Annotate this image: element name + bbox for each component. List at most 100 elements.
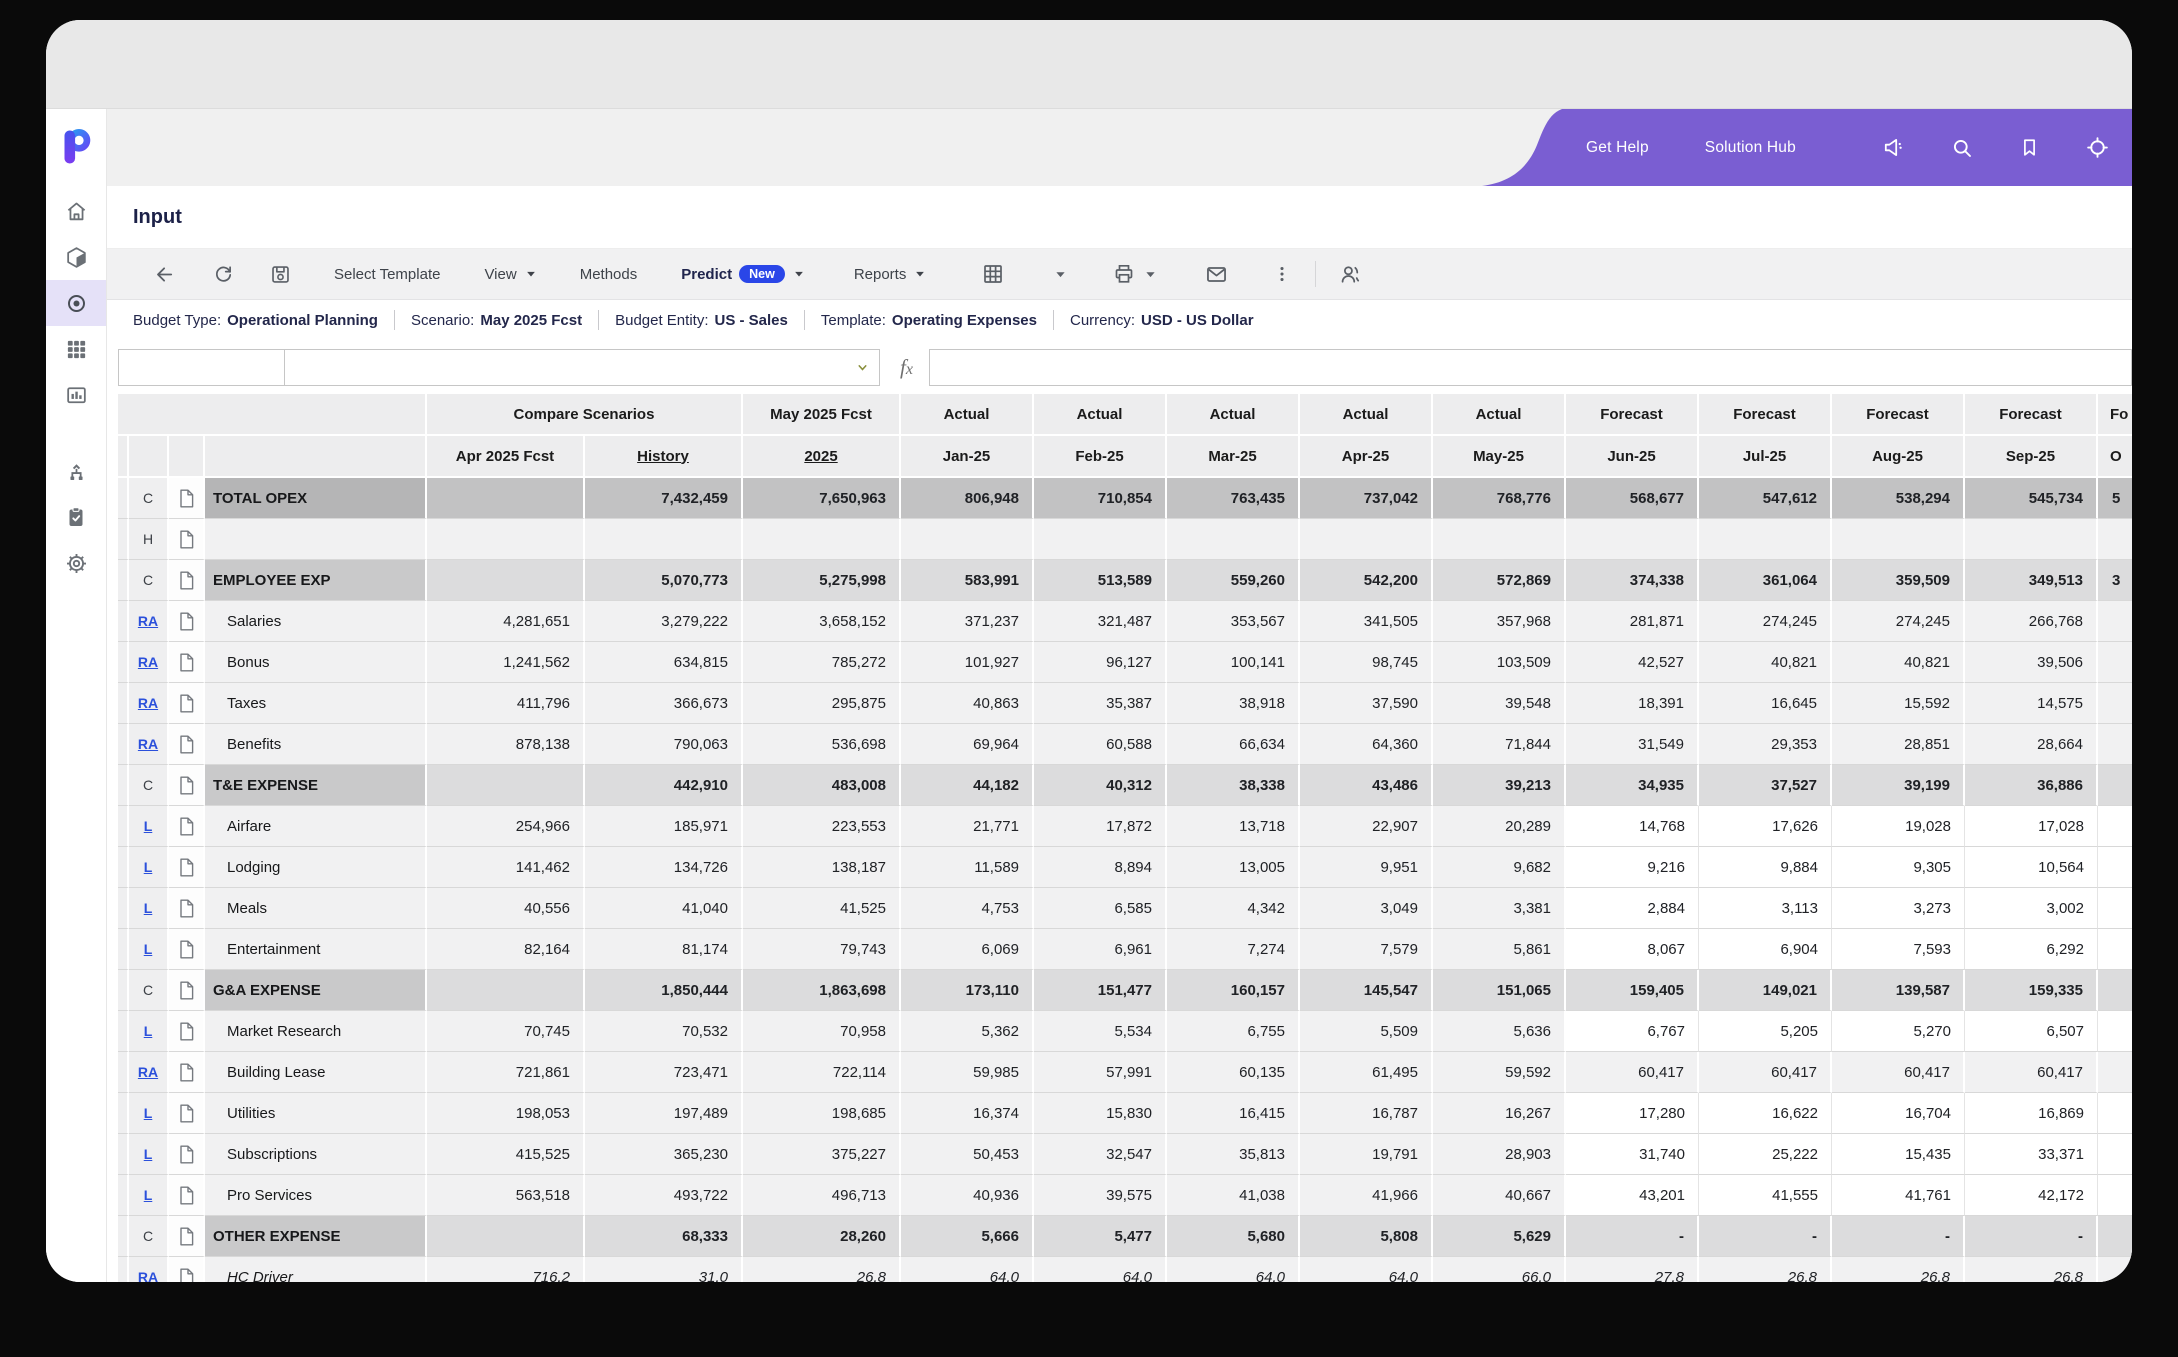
grid-cell[interactable]: 768,776	[1433, 478, 1566, 519]
grid-cell[interactable]: 197,489	[585, 1093, 743, 1134]
grid-cell[interactable]	[427, 765, 585, 806]
grid-cell[interactable]: 16,622	[1699, 1093, 1832, 1134]
planful-logo[interactable]	[46, 125, 106, 169]
grid-cell[interactable]	[1300, 519, 1433, 560]
grid-cell[interactable]: 5,070,773	[585, 560, 743, 601]
grid-cell[interactable]: 173,110	[901, 970, 1034, 1011]
email-button[interactable]	[1204, 262, 1229, 287]
doc-icon-button[interactable]	[169, 1011, 205, 1052]
row-indicator[interactable]: RA	[129, 642, 169, 683]
grid-cell[interactable]: 39,199	[1832, 765, 1965, 806]
grid-cell[interactable]: 16,869	[1965, 1093, 2098, 1134]
back-button[interactable]	[153, 263, 176, 286]
cell-reference-dropdown[interactable]	[285, 349, 880, 386]
grid-cell[interactable]: 31.0	[585, 1257, 743, 1282]
doc-icon-button[interactable]	[169, 601, 205, 642]
grid-cell[interactable]: 375,227	[743, 1134, 901, 1175]
grid-cell[interactable]: 806,948	[901, 478, 1034, 519]
grid-cell[interactable]: 40,667	[1433, 1175, 1566, 1216]
grid-cell[interactable]: 266,768	[1965, 601, 2098, 642]
grid-cell[interactable]: 14,575	[1965, 683, 2098, 724]
grid-cell[interactable]	[427, 519, 585, 560]
grid-cell[interactable]: 42,172	[1965, 1175, 2098, 1216]
row-indicator-link[interactable]: RA	[138, 654, 158, 670]
grid-cell[interactable]: 19,028	[1832, 806, 1965, 847]
grid-cell[interactable]: 28,851	[1832, 724, 1965, 765]
grid-cell[interactable]: 6,904	[1699, 929, 1832, 970]
doc-icon-button[interactable]	[169, 1052, 205, 1093]
grid-cell[interactable]: 64,360	[1300, 724, 1433, 765]
row-indicator[interactable]: L	[129, 806, 169, 847]
grid-cell[interactable]: 44,182	[901, 765, 1034, 806]
more-options-button[interactable]	[1271, 263, 1293, 285]
grid-cell[interactable]: 28,903	[1433, 1134, 1566, 1175]
sidebar-item-home[interactable]	[46, 188, 106, 234]
row-indicator[interactable]: RA	[129, 683, 169, 724]
grid-cell[interactable]: 785,272	[743, 642, 901, 683]
grid-cell[interactable]: 50,453	[901, 1134, 1034, 1175]
grid-cell[interactable]	[1034, 519, 1167, 560]
row-indicator-link[interactable]: L	[144, 1187, 153, 1203]
grid-cell[interactable]: 716.2	[427, 1257, 585, 1282]
row-indicator-link[interactable]: RA	[138, 736, 158, 752]
grid-cell[interactable]: 5,808	[1300, 1216, 1433, 1257]
grid-cell[interactable]: 5,861	[1433, 929, 1566, 970]
grid-cell[interactable]: 41,761	[1832, 1175, 1965, 1216]
grid-cell[interactable]: 198,685	[743, 1093, 901, 1134]
sidebar-item-reports[interactable]	[46, 372, 106, 418]
bookmark-icon[interactable]	[2018, 136, 2041, 159]
grid-cell[interactable]: 2,884	[1566, 888, 1699, 929]
grid-cell[interactable]	[2098, 765, 2132, 806]
grid-cell[interactable]: 98,745	[1300, 642, 1433, 683]
grid-cell[interactable]: 6,069	[901, 929, 1034, 970]
grid-cell[interactable]: 35,387	[1034, 683, 1167, 724]
grid-cell[interactable]: 15,435	[1832, 1134, 1965, 1175]
column-header-cell[interactable]: History	[585, 436, 743, 478]
grid-cell[interactable]: 68,333	[585, 1216, 743, 1257]
grid-cell[interactable]: 141,462	[427, 847, 585, 888]
collaborate-button[interactable]	[1338, 262, 1363, 287]
grid-cell[interactable]	[1965, 519, 2098, 560]
grid-cell[interactable]	[2098, 683, 2132, 724]
grid-cell[interactable]: 41,525	[743, 888, 901, 929]
doc-icon-button[interactable]	[169, 970, 205, 1011]
grid-cell[interactable]: 349,513	[1965, 560, 2098, 601]
row-indicator[interactable]: RA	[129, 1052, 169, 1093]
grid-cell[interactable]: 29,353	[1699, 724, 1832, 765]
row-indicator[interactable]: L	[129, 1175, 169, 1216]
grid-cell[interactable]: 14,768	[1566, 806, 1699, 847]
grid-cell[interactable]: 538,294	[1832, 478, 1965, 519]
grid-cell[interactable]: 493,722	[585, 1175, 743, 1216]
row-indicator[interactable]: RA	[129, 1257, 169, 1282]
grid-cell[interactable]: 3,658,152	[743, 601, 901, 642]
grid-cell[interactable]: 6,507	[1965, 1011, 2098, 1052]
grid-cell[interactable]: 17,872	[1034, 806, 1167, 847]
grid-cell[interactable]: 341,505	[1300, 601, 1433, 642]
solution-hub-link[interactable]: Solution Hub	[1705, 139, 1796, 157]
row-indicator-link[interactable]: L	[144, 859, 153, 875]
grid-cell[interactable]: 64.0	[901, 1257, 1034, 1282]
grid-cell[interactable]: 9,951	[1300, 847, 1433, 888]
doc-icon-button[interactable]	[169, 806, 205, 847]
grid-cell[interactable]: 737,042	[1300, 478, 1433, 519]
sidebar-item-products[interactable]	[46, 234, 106, 280]
grid-cell[interactable]: 496,713	[743, 1175, 901, 1216]
grid-cell[interactable]: 42,527	[1566, 642, 1699, 683]
grid-cell[interactable]: 8,067	[1566, 929, 1699, 970]
grid-cell[interactable]: 6,585	[1034, 888, 1167, 929]
grid-cell[interactable]: 31,740	[1566, 1134, 1699, 1175]
grid-cell[interactable]: 442,910	[585, 765, 743, 806]
row-indicator[interactable]: L	[129, 1093, 169, 1134]
grid-cell[interactable]: 39,506	[1965, 642, 2098, 683]
grid-cell[interactable]: 60,135	[1167, 1052, 1300, 1093]
grid-cell[interactable]: 3,279,222	[585, 601, 743, 642]
grid-cell[interactable]: 36,886	[1965, 765, 2098, 806]
grid-cell[interactable]: 21,771	[901, 806, 1034, 847]
grid-cell[interactable]	[2098, 1134, 2132, 1175]
grid-cell[interactable]: 66,634	[1167, 724, 1300, 765]
grid-cell[interactable]: 43,486	[1300, 765, 1433, 806]
grid-cell[interactable]: 223,553	[743, 806, 901, 847]
grid-cell[interactable]: 4,281,651	[427, 601, 585, 642]
column-header-cell[interactable]: 2025	[743, 436, 901, 478]
row-indicator[interactable]: RA	[129, 601, 169, 642]
